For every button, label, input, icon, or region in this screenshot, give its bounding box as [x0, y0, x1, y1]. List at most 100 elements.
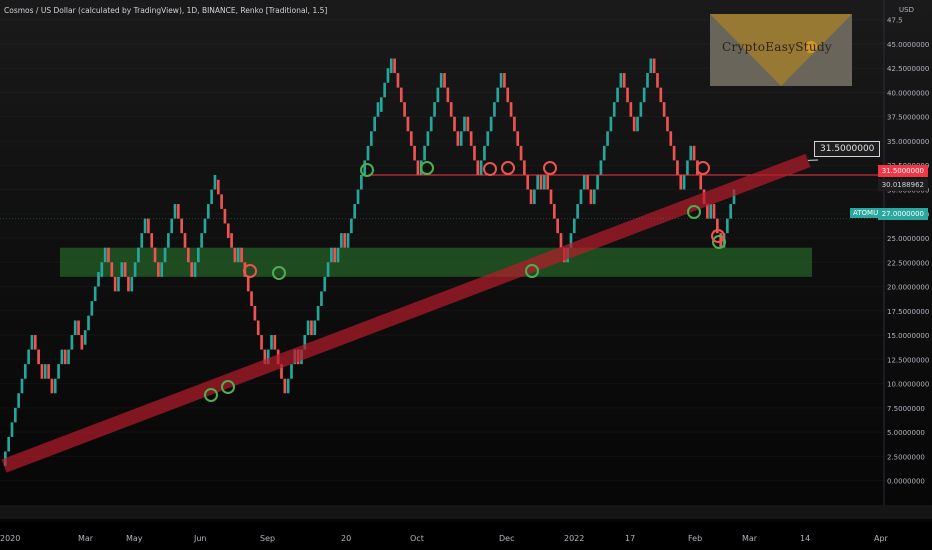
renko-brick-down: [406, 116, 410, 132]
renko-brick-up: [639, 102, 643, 117]
renko-brick-up: [649, 58, 653, 74]
renko-brick-down: [183, 233, 187, 248]
renko-brick-up: [533, 189, 536, 205]
renko-brick-down: [233, 247, 237, 263]
renko-brick-down: [549, 189, 553, 205]
renko-brick-down: [503, 73, 506, 88]
renko-brick-up: [646, 73, 649, 88]
y-tick-label: 5.0000000: [887, 429, 925, 437]
renko-brick-down: [519, 145, 523, 161]
renko-brick-down: [37, 349, 40, 365]
y-tick-label: 2.5000000: [887, 453, 925, 461]
renko-brick-up: [306, 320, 310, 336]
renko-brick-up: [360, 174, 363, 190]
chart-title: Cosmos / US Dollar (calculated by Tradin…: [4, 6, 328, 15]
renko-brick-down: [523, 160, 526, 175]
renko-brick-up: [167, 233, 170, 248]
renko-brick-up: [140, 233, 144, 248]
y-tick-label: 15.0000000: [887, 332, 929, 340]
y-tick-label: 17.5000000: [887, 308, 929, 316]
x-tick-label: Mar: [78, 534, 94, 543]
x-tick-label: Apr: [874, 534, 889, 543]
renko-brick-up: [30, 335, 34, 350]
renko-brick-up: [426, 131, 430, 146]
renko-brick-down: [246, 276, 250, 292]
y-tick-label: 7.5000000: [887, 405, 925, 413]
resistance-marker-circle: [501, 161, 515, 175]
renko-brick-down: [586, 174, 589, 190]
renko-brick-up: [313, 320, 317, 336]
renko-brick-up: [350, 218, 353, 234]
renko-brick-down: [622, 73, 626, 88]
renko-brick-down: [343, 233, 347, 248]
renko-brick-up: [439, 73, 443, 88]
renko-brick-up: [463, 116, 466, 132]
renko-brick-up: [436, 87, 440, 103]
renko-brick-up: [726, 218, 729, 234]
renko-brick-down: [226, 223, 230, 239]
renko-brick-down: [157, 262, 160, 277]
renko-brick-down: [80, 335, 84, 350]
trendline-band[interactable]: [1, 153, 811, 473]
level-price-badge: 31.5000000: [877, 165, 928, 177]
renko-brick-up: [200, 233, 203, 248]
renko-brick-up: [170, 218, 174, 234]
renko-brick-up: [286, 378, 290, 394]
renko-brick-down: [539, 174, 543, 190]
renko-brick-down: [77, 320, 80, 336]
renko-brick-up: [73, 320, 77, 336]
renko-brick-up: [7, 436, 10, 452]
renko-brick-up: [536, 174, 540, 190]
price-callout[interactable]: 31.5000000: [814, 141, 881, 157]
renko-brick-down: [699, 174, 703, 190]
renko-brick-up: [496, 87, 500, 103]
renko-brick-up: [323, 276, 327, 292]
y-tick-label: 25.0000000: [887, 235, 929, 243]
renko-brick-down: [230, 233, 233, 248]
renko-brick-down: [513, 116, 516, 132]
renko-brick-down: [469, 131, 473, 146]
renko-brick-down: [453, 116, 456, 132]
renko-brick-down: [107, 247, 110, 263]
renko-brick-down: [240, 247, 243, 263]
x-tick-label: Sep: [260, 534, 275, 543]
renko-brick-up: [582, 174, 586, 190]
renko-brick-up: [572, 218, 576, 234]
renko-brick-down: [40, 364, 44, 379]
renko-brick-up: [729, 204, 733, 219]
renko-brick-down: [399, 87, 403, 103]
renko-brick-up: [602, 145, 606, 161]
renko-brick-up: [133, 262, 137, 277]
renko-brick-down: [553, 204, 556, 219]
renko-brick-up: [599, 160, 603, 175]
renko-brick-up: [689, 145, 693, 161]
renko-brick-up: [60, 349, 64, 365]
renko-brick-down: [409, 131, 413, 146]
renko-brick-up: [386, 68, 390, 83]
renko-brick-up: [596, 174, 599, 190]
y-tick-label: 47.5: [887, 17, 903, 25]
renko-brick-up: [100, 262, 104, 277]
support-marker-circle: [360, 163, 374, 177]
y-tick-label: 20.0000000: [887, 284, 929, 292]
renko-brick-down: [476, 160, 480, 175]
renko-brick-up: [340, 233, 343, 248]
renko-brick-down: [659, 87, 663, 103]
y-tick-label: 10.0000000: [887, 381, 929, 389]
renko-brick-down: [516, 131, 520, 146]
renko-brick-up: [326, 262, 330, 277]
renko-brick-down: [190, 262, 193, 277]
renko-brick-down: [509, 102, 513, 117]
chart-panel[interactable]: 0.0000000 2.5000000 5.0000000 7.5000000 10.0…: [0, 0, 932, 550]
renko-brick-up: [636, 116, 639, 132]
symbol-price-badge: 27.0000000: [877, 208, 928, 220]
renko-brick-down: [220, 194, 223, 209]
renko-brick-down: [626, 87, 629, 103]
scroll-band: [0, 505, 932, 519]
renko-brick-up: [117, 276, 120, 292]
renko-brick-up: [479, 160, 483, 175]
renko-brick-down: [47, 364, 50, 379]
renko-brick-down: [473, 145, 476, 161]
renko-brick-down: [506, 87, 510, 103]
y-tick-label: 35.0000000: [887, 138, 929, 146]
